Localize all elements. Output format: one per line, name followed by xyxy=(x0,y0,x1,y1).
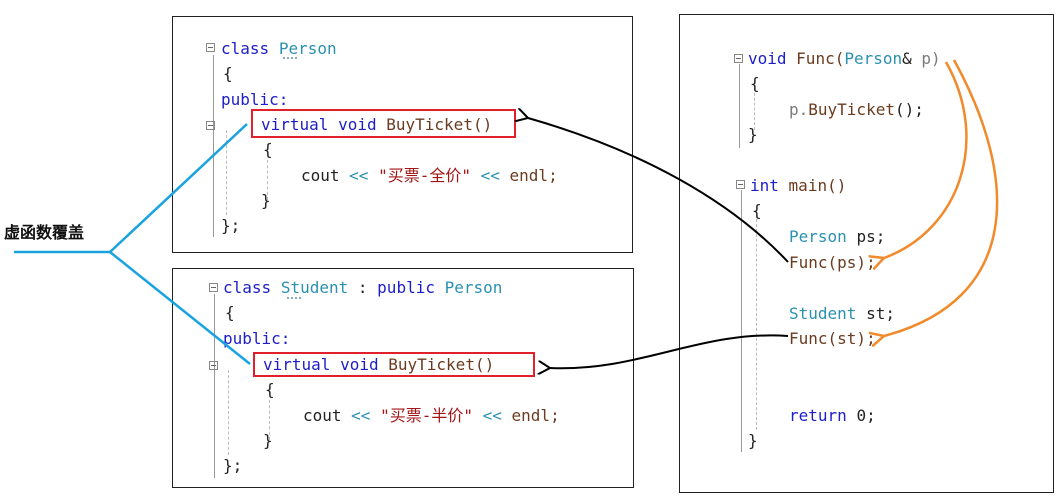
diagram-canvas: class Person { public: virtual void BuyT… xyxy=(0,0,1063,498)
call-arrow-person xyxy=(528,118,789,263)
connector-layer xyxy=(14,59,999,498)
label-branch-student xyxy=(109,251,251,365)
param-arrow-ps xyxy=(884,61,968,258)
param-arrow-st xyxy=(884,59,999,336)
call-arrow-student xyxy=(550,334,789,368)
label-branch-person xyxy=(109,123,248,253)
